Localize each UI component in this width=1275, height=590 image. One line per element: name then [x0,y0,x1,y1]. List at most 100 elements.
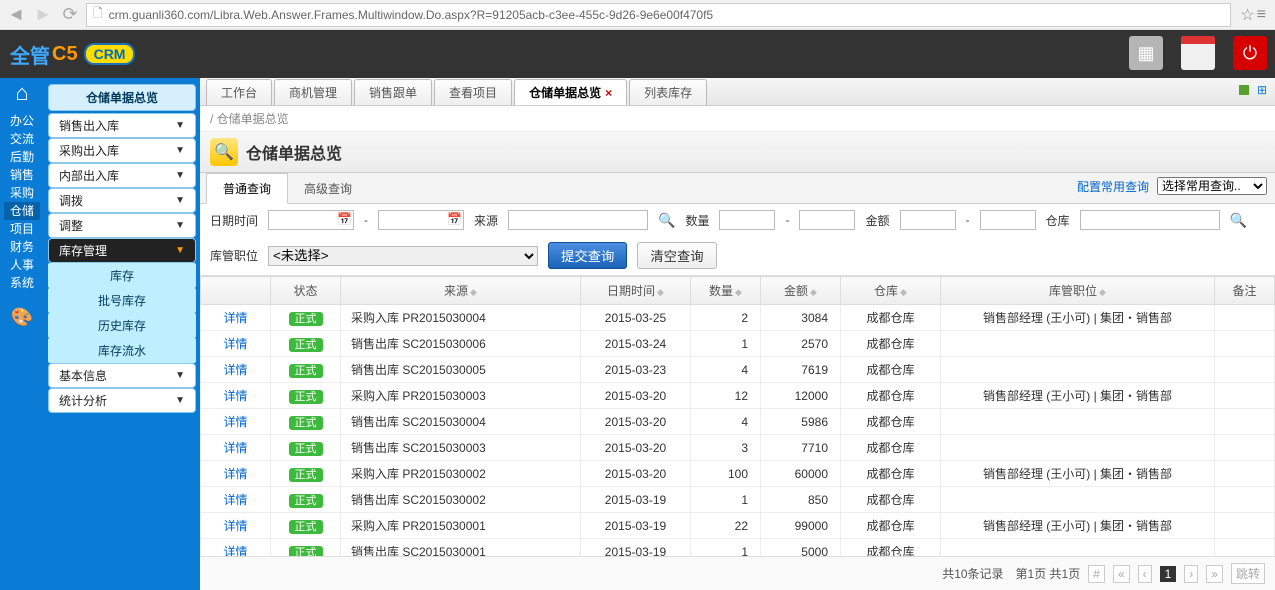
sidebar-group-采购出入库[interactable]: 采购出入库▼ [48,138,196,163]
detail-link[interactable]: 详情 [223,519,247,533]
pager-jump[interactable]: 跳转 [1231,563,1265,584]
module-交流[interactable]: 交流 [4,130,40,148]
sidebar-group-内部出入库[interactable]: 内部出入库▼ [48,163,196,188]
query-tab-normal[interactable]: 普通查询 [206,173,288,204]
tab-工作台[interactable]: 工作台 [206,79,272,105]
detail-link[interactable]: 详情 [223,441,247,455]
common-query-select[interactable]: 选择常用查询.. [1157,177,1267,195]
module-办公[interactable]: 办公 [4,112,40,130]
tab-tool-windows-icon[interactable]: ⊞ [1257,83,1267,97]
col-备注[interactable]: 备注 [1215,277,1275,305]
sidebar-group-调拨[interactable]: 调拨▼ [48,188,196,213]
search-form: 日期时间 📅 - 📅 来源 🔍 数量 - 金额 - 仓库 🔍 库管职位 <未选择… [200,204,1275,276]
col-日期时间[interactable]: 日期时间◆ [581,277,691,305]
cell-pos [941,409,1215,435]
tab-tool-green-icon[interactable] [1239,85,1249,95]
cal-icon[interactable]: 📅 [447,212,462,226]
query-tab-advanced[interactable]: 高级查询 [288,174,368,203]
cell-source: 销售出库 SC2015030005 [341,357,581,383]
sidebar-sub-库存[interactable]: 库存 [48,263,196,288]
config-common-query-link[interactable]: 配置常用查询 [1077,178,1149,195]
table-row: 详情正式销售出库 SC20150300042015-03-2045986成都仓库 [201,409,1275,435]
source-label: 来源 [474,212,498,229]
close-icon[interactable]: × [605,86,612,100]
tab-列表库存[interactable]: 列表库存 [629,79,707,105]
col-库管职位[interactable]: 库管职位◆ [941,277,1215,305]
search-icon[interactable]: 🔍 [1230,212,1247,229]
sidebar-group-基本信息[interactable]: 基本信息▼ [48,363,196,388]
calendar-icon[interactable] [1181,36,1215,70]
pager-current: 1 [1160,566,1177,582]
pager-next[interactable]: › [1184,565,1198,583]
cal-icon[interactable]: 📅 [337,212,352,226]
search-icon[interactable]: 🔍 [658,212,675,229]
amount-to-input[interactable] [980,210,1036,230]
tab-仓储单据总览[interactable]: 仓储单据总览× [514,79,627,105]
cell-qty: 1 [691,331,761,357]
col-来源[interactable]: 来源◆ [341,277,581,305]
sidebar-group-调整[interactable]: 调整▼ [48,213,196,238]
amount-from-input[interactable] [900,210,956,230]
status-badge: 正式 [289,468,323,482]
module-系统[interactable]: 系统 [4,274,40,292]
tab-商机管理[interactable]: 商机管理 [274,79,352,105]
detail-link[interactable]: 详情 [223,311,247,325]
module-仓储[interactable]: 仓储 [4,202,40,220]
sidebar-sub-批号库存[interactable]: 批号库存 [48,288,196,313]
col-金额[interactable]: 金额◆ [761,277,841,305]
col-action[interactable] [201,277,271,305]
clear-query-button[interactable]: 清空查询 [637,242,716,269]
sidebar-sub-历史库存[interactable]: 历史库存 [48,313,196,338]
url-box[interactable]: 🗋 crm.guanli360.com/Libra.Web.Answer.Fra… [86,3,1231,27]
bookmark-icon[interactable]: ☆ [1240,5,1254,25]
col-状态[interactable]: 状态 [271,277,341,305]
sidebar-group-销售出入库[interactable]: 销售出入库▼ [48,113,196,138]
col-数量[interactable]: 数量◆ [691,277,761,305]
menu-icon[interactable]: ≡ [1257,6,1266,24]
home-icon[interactable]: ⌂ [4,84,40,102]
calculator-icon[interactable]: ▦ [1129,36,1163,70]
module-采购[interactable]: 采购 [4,184,40,202]
sidebar-group-库存管理[interactable]: 库存管理▼ [48,238,196,263]
reload-button[interactable]: ⟳ [59,4,81,26]
sidebar-group-统计分析[interactable]: 统计分析▼ [48,388,196,413]
source-input[interactable] [508,210,648,230]
back-button[interactable]: ◄ [5,4,27,26]
position-select[interactable]: <未选择> [268,246,538,266]
detail-link[interactable]: 详情 [223,467,247,481]
module-项目[interactable]: 项目 [4,220,40,238]
sidebar: 仓储单据总览 销售出入库▼采购出入库▼内部出入库▼调拨▼调整▼库存管理▼库存批号… [44,78,200,590]
pager-last[interactable]: » [1206,565,1223,583]
qty-to-input[interactable] [799,210,855,230]
cell-remark [1215,513,1275,539]
detail-link[interactable]: 详情 [223,337,247,351]
sidebar-sub-库存流水[interactable]: 库存流水 [48,338,196,363]
warehouse-input[interactable] [1080,210,1220,230]
status-badge: 正式 [289,364,323,378]
pager-prev[interactable]: ‹ [1138,565,1152,583]
tab-销售跟单[interactable]: 销售跟单 [354,79,432,105]
cell-source: 销售出库 SC2015030002 [341,487,581,513]
col-仓库[interactable]: 仓库◆ [841,277,941,305]
detail-link[interactable]: 详情 [223,363,247,377]
detail-link[interactable]: 详情 [223,389,247,403]
forward-button[interactable]: ► [32,4,54,26]
module-后勤[interactable]: 后勤 [4,148,40,166]
theme-palette-icon[interactable]: 🎨 [4,308,40,326]
submit-query-button[interactable]: 提交查询 [548,242,627,269]
module-人事[interactable]: 人事 [4,256,40,274]
detail-link[interactable]: 详情 [223,493,247,507]
module-销售[interactable]: 销售 [4,166,40,184]
detail-link[interactable]: 详情 [223,545,247,556]
cell-wh: 成都仓库 [841,435,941,461]
qty-from-input[interactable] [719,210,775,230]
module-财务[interactable]: 财务 [4,238,40,256]
pager-pound[interactable]: # [1088,565,1105,583]
tab-查看项目[interactable]: 查看项目 [434,79,512,105]
status-badge: 正式 [289,312,323,326]
cell-source: 采购入库 PR2015030004 [341,305,581,331]
cell-remark [1215,409,1275,435]
power-icon[interactable]: ⏻ [1233,36,1267,70]
detail-link[interactable]: 详情 [223,415,247,429]
pager-first[interactable]: « [1113,565,1130,583]
